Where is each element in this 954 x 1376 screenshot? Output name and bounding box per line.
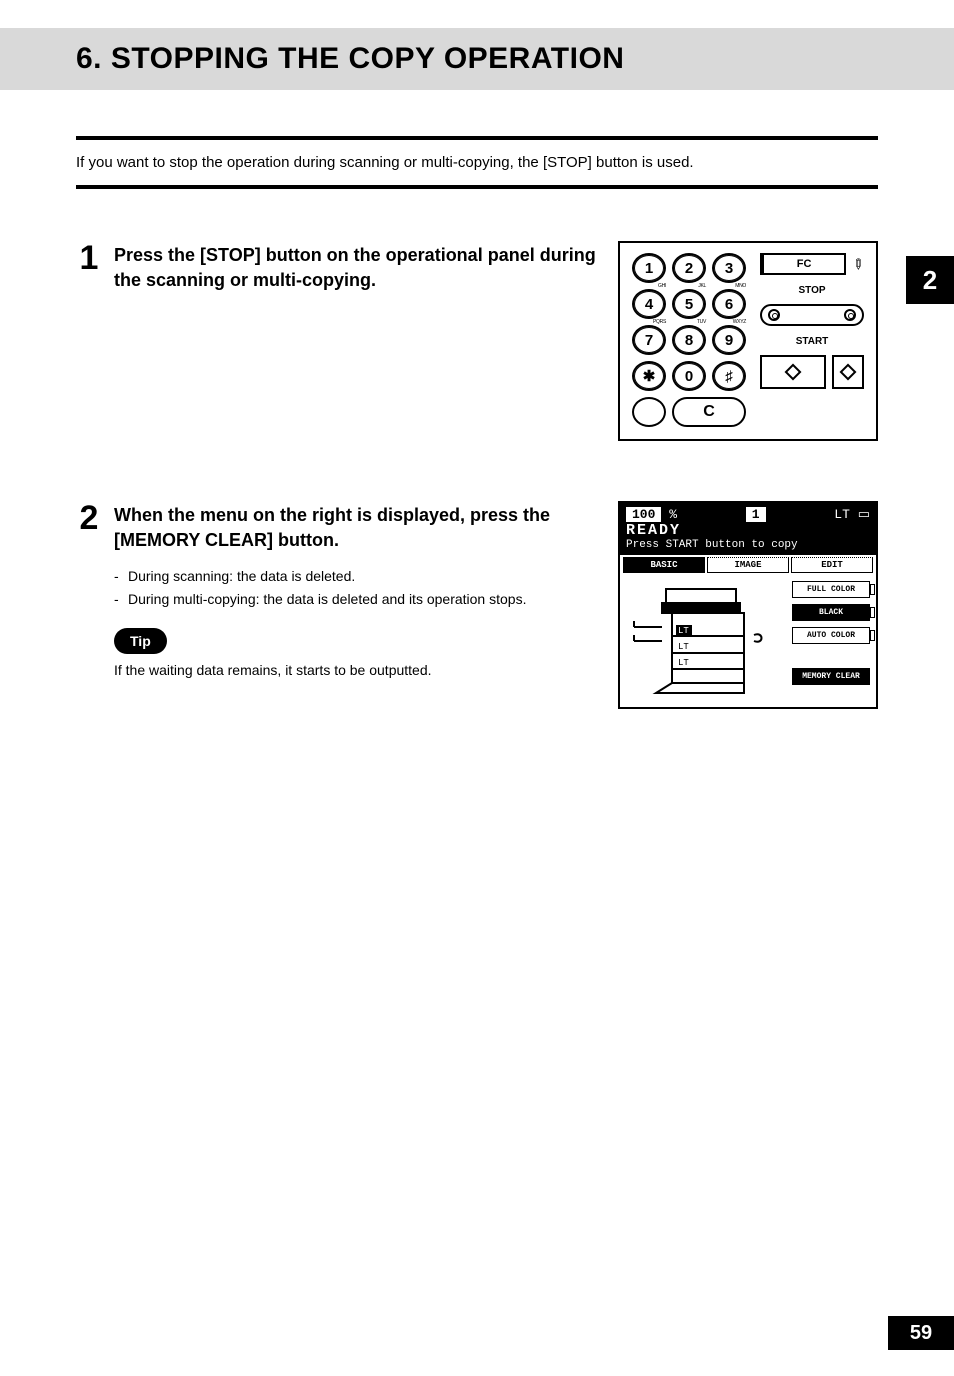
step-2-body: When the menu on the right is displayed,… bbox=[114, 501, 598, 678]
section-title: 6. STOPPING THE COPY OPERATION bbox=[76, 42, 954, 76]
tray-1-label: LT bbox=[678, 626, 689, 636]
printer-diagram: LT LT LT bbox=[626, 581, 786, 701]
step-1-text: 1 Press the [STOP] button on the operati… bbox=[76, 241, 598, 305]
paper-icon: ▭ bbox=[858, 507, 870, 522]
tip-badge: Tip bbox=[114, 628, 167, 654]
step-2-text: 2 When the menu on the right is displaye… bbox=[76, 501, 598, 678]
bullet-item: During multi-copying: the data is delete… bbox=[114, 588, 598, 610]
key-3[interactable]: 3 bbox=[712, 253, 746, 283]
page-number: 59 bbox=[888, 1316, 954, 1350]
key-2[interactable]: 2 bbox=[672, 253, 706, 283]
key-hash[interactable]: ♯ bbox=[712, 361, 746, 391]
key-star[interactable]: ✱ bbox=[632, 361, 666, 391]
ready-label: READY bbox=[626, 522, 870, 539]
key-8[interactable]: 8 bbox=[672, 325, 706, 355]
key-5[interactable]: 5 bbox=[672, 289, 706, 319]
step-2-bullets: During scanning: the data is deleted. Du… bbox=[114, 565, 598, 610]
stop-button[interactable] bbox=[760, 304, 864, 326]
fc-row: FC ✎ bbox=[760, 253, 864, 275]
rule-bottom bbox=[76, 185, 878, 189]
stop-icon-right bbox=[844, 309, 856, 321]
page-number-value: 59 bbox=[910, 1322, 932, 1345]
fc-button[interactable]: FC bbox=[760, 253, 846, 275]
zoom-unit: % bbox=[669, 507, 677, 522]
figure-display-screen: 100 % 1 LT ▭ READY Press START button to… bbox=[618, 501, 878, 709]
memory-clear-button[interactable]: MEMORY CLEAR bbox=[792, 668, 870, 685]
tab-basic[interactable]: BASIC bbox=[623, 557, 705, 573]
content: If you want to stop the operation during… bbox=[0, 90, 954, 709]
bullet-item: During scanning: the data is deleted. bbox=[114, 565, 598, 587]
step-2-number: 2 bbox=[76, 501, 102, 535]
tab-image[interactable]: IMAGE bbox=[707, 557, 789, 573]
copy-count: 1 bbox=[746, 507, 766, 522]
screen-message: Press START button to copy bbox=[626, 539, 870, 551]
full-color-button[interactable]: FULL COLOR bbox=[792, 581, 870, 598]
step-2-title: When the menu on the right is displayed,… bbox=[114, 503, 598, 553]
key-9[interactable]: 9 bbox=[712, 325, 746, 355]
figure-operational-panel: 1 2 3 4 5 6 7 8 9 ✱ 0 ♯ C bbox=[618, 241, 878, 441]
stop-label: STOP bbox=[760, 285, 864, 296]
printer-icon: LT LT LT bbox=[626, 581, 786, 701]
step-1-title: Press the [STOP] button on the operation… bbox=[114, 243, 598, 293]
tray-2-label: LT bbox=[678, 642, 689, 652]
paper-indicator: LT bbox=[834, 507, 850, 522]
start-label: START bbox=[760, 336, 864, 347]
start-button-mono[interactable] bbox=[760, 355, 826, 389]
screen-header: 100 % 1 LT ▭ READY Press START button to… bbox=[620, 503, 876, 555]
pen-icon: ✎ bbox=[848, 254, 868, 274]
step-1-body: Press the [STOP] button on the operation… bbox=[114, 241, 598, 305]
panel-right-column: FC ✎ STOP START bbox=[760, 253, 864, 429]
key-4[interactable]: 4 bbox=[632, 289, 666, 319]
black-button[interactable]: BLACK bbox=[792, 604, 870, 621]
diamond-icon bbox=[840, 364, 857, 381]
auto-color-button[interactable]: AUTO COLOR bbox=[792, 627, 870, 644]
rule-top bbox=[76, 136, 878, 140]
steps: 1 Press the [STOP] button on the operati… bbox=[76, 241, 878, 709]
section-title-bar: 6. STOPPING THE COPY OPERATION bbox=[0, 28, 954, 90]
start-row bbox=[760, 355, 864, 389]
key-1[interactable]: 1 bbox=[632, 253, 666, 283]
screen-side-buttons: FULL COLOR BLACK AUTO COLOR MEMORY CLEAR bbox=[792, 581, 870, 701]
key-clear[interactable]: C bbox=[672, 397, 746, 427]
keypad: 1 2 3 4 5 6 7 8 9 ✱ 0 ♯ C bbox=[632, 253, 746, 429]
key-0[interactable]: 0 bbox=[672, 361, 706, 391]
screen-body: LT LT LT FULL COLOR BLACK AUTO bbox=[620, 575, 876, 707]
step-2: 2 When the menu on the right is displaye… bbox=[76, 501, 878, 709]
page: 6. STOPPING THE COPY OPERATION 2 If you … bbox=[0, 28, 954, 1376]
screen-status-row: 100 % 1 LT ▭ bbox=[626, 507, 870, 522]
start-button-color[interactable] bbox=[832, 355, 864, 389]
key-blank[interactable] bbox=[632, 397, 666, 427]
key-6[interactable]: 6 bbox=[712, 289, 746, 319]
intro-text: If you want to stop the operation during… bbox=[76, 154, 878, 171]
screen-tabs: BASIC IMAGE EDIT bbox=[620, 555, 876, 575]
stop-icon-left bbox=[768, 309, 780, 321]
zoom-value: 100 bbox=[626, 507, 661, 522]
step-1: 1 Press the [STOP] button on the operati… bbox=[76, 241, 878, 441]
step-1-number: 1 bbox=[76, 241, 102, 275]
tray-3-label: LT bbox=[678, 658, 689, 668]
tip-text: If the waiting data remains, it starts t… bbox=[114, 662, 598, 678]
key-7[interactable]: 7 bbox=[632, 325, 666, 355]
tab-edit[interactable]: EDIT bbox=[791, 557, 873, 573]
chapter-tab-number: 2 bbox=[923, 265, 937, 296]
chapter-tab: 2 bbox=[906, 256, 954, 304]
diamond-icon bbox=[785, 364, 802, 381]
